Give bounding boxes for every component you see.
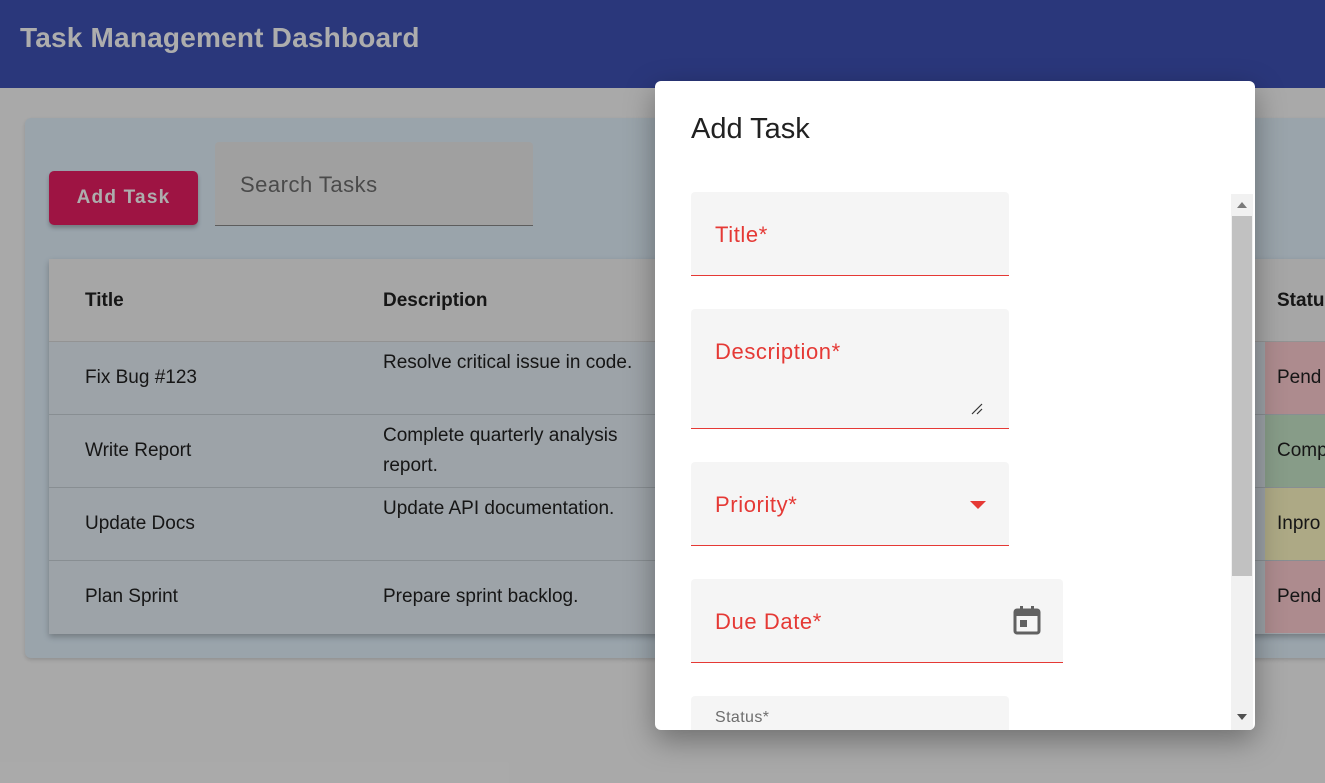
status-select[interactable]: Status* <box>691 696 1009 730</box>
description-field-label: Description* <box>715 339 841 364</box>
priority-select[interactable]: Priority* <box>691 462 1009 546</box>
title-field[interactable]: Title* <box>691 192 1009 276</box>
scroll-down-icon[interactable] <box>1237 714 1247 720</box>
title-field-label: Title* <box>715 222 768 247</box>
status-field-label: Status* <box>715 709 770 726</box>
calendar-icon[interactable] <box>1013 605 1041 635</box>
priority-field-label: Priority* <box>715 492 798 517</box>
due-date-field[interactable]: Due Date* <box>691 579 1063 663</box>
dropdown-arrow-icon[interactable] <box>970 501 986 509</box>
add-task-dialog: Add Task Title* Description* Priority* D… <box>655 81 1255 730</box>
resize-handle-icon[interactable] <box>971 403 983 415</box>
scroll-up-icon[interactable] <box>1237 202 1247 208</box>
due-date-field-label: Due Date* <box>715 609 822 634</box>
description-field[interactable]: Description* <box>691 309 1009 429</box>
scrollbar-thumb[interactable] <box>1232 216 1252 576</box>
dialog-title: Add Task <box>691 113 810 145</box>
dialog-scrollbar[interactable] <box>1231 194 1253 730</box>
